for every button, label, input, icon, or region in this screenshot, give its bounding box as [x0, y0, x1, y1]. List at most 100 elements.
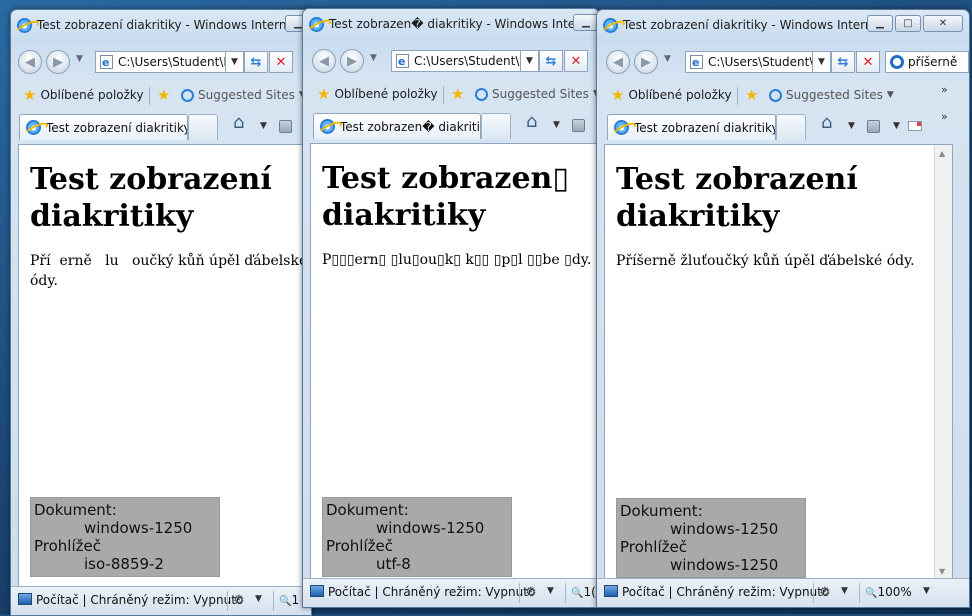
- caption-buttons: ▁ □ ✕: [867, 15, 963, 32]
- history-dropdown-icon[interactable]: ▼: [370, 53, 377, 63]
- stop-button[interactable]: ✕: [269, 51, 293, 73]
- zone-dropdown-icon[interactable]: ▼: [255, 594, 262, 604]
- document-label: Dokument:: [620, 502, 703, 520]
- status-text: Počítač | Chráněný režim: Vypnuto: [36, 593, 244, 607]
- zoom-control[interactable]: 🔍1(: [571, 585, 596, 599]
- favorites-button[interactable]: ★ Oblíbené položky: [317, 85, 438, 103]
- search-input[interactable]: příšerně: [885, 51, 969, 73]
- page-paragraph: Pří erně lu oučký kůň úpěl ďábelské ódy.: [30, 253, 308, 289]
- status-bar: Počítač | Chráněný režim: Vypnuto ⚙ ▼ 🔍1: [11, 586, 311, 615]
- tab-active[interactable]: Test zobrazen� diakritiky: [313, 113, 481, 139]
- scroll-up-icon[interactable]: ▲: [939, 149, 945, 158]
- add-favorite-button[interactable]: ★: [157, 88, 174, 103]
- home-icon[interactable]: ⌂: [821, 114, 832, 132]
- computer-zone-icon: [18, 593, 32, 605]
- back-button[interactable]: ◀: [312, 49, 336, 73]
- vertical-scrollbar[interactable]: ▲ ▼: [934, 145, 952, 580]
- favorites-star-icon: ★: [317, 85, 331, 103]
- add-favorite-button[interactable]: ★: [451, 85, 468, 103]
- browser-window-1: Test zobrazení diakritiky - Windows Inte…: [10, 9, 312, 616]
- stop-button[interactable]: ✕: [564, 50, 588, 72]
- tab-label: Test zobrazen� diakritiky: [340, 120, 481, 134]
- tab-active[interactable]: Test zobrazení diakritiky: [607, 114, 776, 140]
- zoom-control[interactable]: 🔍1: [279, 593, 299, 607]
- forward-button[interactable]: ▶: [340, 49, 364, 73]
- rss-feed-icon[interactable]: [279, 120, 292, 133]
- browser-encoding: utf-8: [376, 555, 411, 573]
- page-heading: Test zobrazen▯ diakritiky: [322, 161, 569, 233]
- suggested-sites-link[interactable]: Suggested Sites ▼: [769, 88, 894, 102]
- read-mail-icon[interactable]: [908, 121, 922, 131]
- encoding-info-box: Dokument: windows-1250 Prohlížeč windows…: [616, 498, 806, 578]
- new-tab-button[interactable]: [481, 113, 511, 139]
- rss-feed-icon[interactable]: [572, 119, 585, 132]
- zoom-level: 1: [291, 593, 300, 607]
- address-dropdown-icon[interactable]: ▼: [521, 50, 539, 72]
- add-favorite-icon: ★: [451, 85, 465, 103]
- home-dropdown-icon[interactable]: ▼: [553, 120, 560, 130]
- scroll-down-icon[interactable]: ▼: [939, 567, 945, 576]
- home-icon[interactable]: ⌂: [233, 114, 244, 132]
- home-icon[interactable]: ⌂: [526, 113, 537, 131]
- more-favorites-icon[interactable]: »: [941, 83, 948, 96]
- history-dropdown-icon[interactable]: ▼: [76, 54, 83, 64]
- back-button[interactable]: ◀: [18, 50, 42, 74]
- rss-feed-icon[interactable]: [867, 120, 880, 133]
- divider: [519, 583, 520, 603]
- favorites-label: Oblíbené položky: [334, 87, 438, 101]
- zoom-dropdown-icon[interactable]: ▼: [923, 586, 930, 596]
- address-dropdown-icon[interactable]: ▼: [226, 51, 244, 73]
- refresh-button[interactable]: ⇆: [831, 51, 855, 73]
- divider: [737, 87, 738, 105]
- zoom-control[interactable]: 🔍100%: [865, 585, 912, 599]
- page-heading: Test zobrazení diakritiky: [616, 162, 858, 234]
- suggested-sites-icon: [769, 88, 782, 102]
- zone-dropdown-icon[interactable]: ▼: [547, 586, 554, 596]
- tab-ie-icon: [26, 120, 41, 135]
- favorites-button[interactable]: ★ Oblíbené položky: [23, 88, 144, 103]
- minimize-button[interactable]: ▁: [867, 15, 893, 32]
- page-content: Test zobrazen▯ diakritiky P▯▯▯ern▯ ▯lu▯o…: [310, 143, 599, 581]
- address-bar[interactable]: C:\Users\Student\D: [95, 51, 226, 73]
- zone-dropdown-icon[interactable]: ▼: [841, 586, 848, 596]
- title-bar[interactable]: Test zobrazení diakritiky - Windows Inte…: [11, 10, 311, 40]
- refresh-button[interactable]: ⇆: [244, 51, 268, 73]
- protected-mode-icon[interactable]: ⚙: [233, 593, 245, 608]
- forward-button[interactable]: ▶: [46, 50, 70, 74]
- favorites-label: Oblíbené položky: [40, 88, 144, 102]
- zoom-icon: 🔍: [865, 588, 878, 599]
- suggested-sites-link[interactable]: Suggested Sites ▼: [181, 88, 306, 102]
- address-bar[interactable]: C:\Users\Student\D: [685, 51, 813, 73]
- suggested-sites-icon: [181, 88, 194, 102]
- new-tab-button[interactable]: [776, 114, 806, 140]
- stop-button[interactable]: ✕: [856, 51, 880, 73]
- protected-mode-icon[interactable]: ⚙: [819, 585, 831, 600]
- page-icon: [100, 53, 113, 72]
- more-tools-icon[interactable]: »: [941, 110, 948, 123]
- maximize-button[interactable]: □: [895, 15, 921, 32]
- favorites-button[interactable]: ★ Oblíbené položky: [611, 88, 732, 103]
- zoom-icon: 🔍: [571, 588, 584, 599]
- add-favorite-button[interactable]: ★: [745, 88, 762, 103]
- tab-active[interactable]: Test zobrazení diakritiky: [19, 114, 188, 140]
- page-heading: Test zobrazení diakritiky: [30, 162, 272, 234]
- back-button[interactable]: ◀: [606, 50, 630, 74]
- page-content: Test zobrazení diakritiky Příšerně žluťo…: [604, 144, 953, 581]
- home-dropdown-icon[interactable]: ▼: [260, 121, 267, 131]
- home-dropdown-icon[interactable]: ▼: [848, 121, 855, 131]
- search-text: příšerně: [908, 55, 958, 69]
- address-dropdown-icon[interactable]: ▼: [813, 51, 831, 73]
- tab-ie-icon: [614, 120, 629, 135]
- address-bar[interactable]: C:\Users\Student\D: [391, 50, 521, 72]
- zoom-icon: 🔍: [279, 596, 292, 607]
- forward-button[interactable]: ▶: [634, 50, 658, 74]
- history-dropdown-icon[interactable]: ▼: [664, 54, 671, 64]
- window-title: Test zobrazení diakritiky - Windows Inte…: [37, 18, 299, 32]
- protected-mode-icon[interactable]: ⚙: [525, 585, 537, 600]
- refresh-button[interactable]: ⇆: [539, 50, 563, 72]
- rss-dropdown-icon[interactable]: ▼: [893, 121, 900, 131]
- new-tab-button[interactable]: [188, 114, 218, 140]
- title-bar[interactable]: Test zobrazen� diakritiky - Windows Inte…: [303, 9, 599, 39]
- close-button[interactable]: ✕: [923, 15, 963, 32]
- suggested-sites-link[interactable]: Suggested Sites ▼: [475, 87, 599, 101]
